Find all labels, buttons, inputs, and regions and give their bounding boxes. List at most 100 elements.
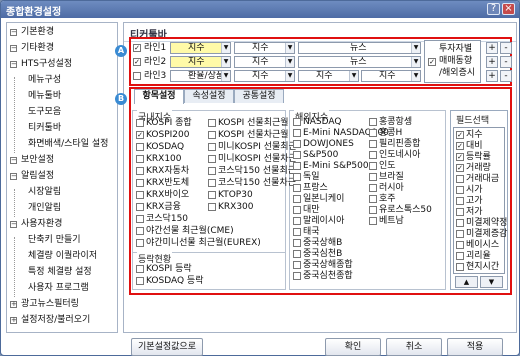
item-checkbox[interactable]: [136, 191, 144, 199]
tab-1[interactable]: 속성설정: [184, 89, 234, 103]
expand-icon[interactable]: +: [10, 301, 17, 308]
field-checkbox[interactable]: [456, 263, 464, 271]
field-checkbox[interactable]: [456, 175, 464, 183]
line-select-2[interactable]: 지수 ▼: [234, 70, 295, 82]
item-checkbox[interactable]: [136, 227, 144, 235]
item-checkbox[interactable]: [369, 151, 377, 159]
line-select-2[interactable]: 지수 ▼: [234, 56, 295, 68]
add-line-button[interactable]: +: [486, 42, 498, 54]
item-checkbox[interactable]: [136, 179, 144, 187]
line-select-1[interactable]: 지수 ▼: [170, 42, 231, 54]
item-checkbox[interactable]: [136, 203, 144, 211]
close-button[interactable]: ×: [502, 3, 515, 15]
field-checkbox[interactable]: ✓: [456, 142, 464, 150]
collapse-icon[interactable]: −: [10, 157, 17, 164]
default-settings-button[interactable]: 기본설정값으로: [131, 338, 203, 356]
item-checkbox[interactable]: [369, 140, 377, 148]
field-checkbox[interactable]: ✓: [456, 131, 464, 139]
field-checkbox[interactable]: [456, 197, 464, 205]
item-checkbox[interactable]: [136, 119, 144, 127]
collapse-icon[interactable]: −: [10, 221, 17, 228]
line-select-1[interactable]: 환율/상품 ▼: [170, 70, 231, 82]
field-checkbox[interactable]: [456, 208, 464, 216]
item-checkbox[interactable]: [208, 167, 216, 175]
line-select-4[interactable]: 지수 ▼: [361, 70, 421, 82]
item-checkbox[interactable]: [369, 195, 377, 203]
remove-line-button[interactable]: -: [500, 70, 512, 82]
cancel-button[interactable]: 취소: [386, 338, 442, 356]
field-checkbox[interactable]: ✓: [456, 153, 464, 161]
item-checkbox[interactable]: [293, 206, 301, 214]
line-checkbox[interactable]: ✓: [133, 44, 141, 52]
field-down-button[interactable]: ▼: [480, 276, 503, 288]
field-up-button[interactable]: ▲: [455, 276, 478, 288]
item-checkbox[interactable]: [208, 155, 216, 163]
item-checkbox[interactable]: [136, 277, 144, 285]
item-checkbox[interactable]: [293, 140, 301, 148]
item-checkbox[interactable]: [208, 203, 216, 211]
field-checkbox[interactable]: [456, 252, 464, 260]
field-checkbox[interactable]: [456, 230, 464, 238]
line-select-3[interactable]: 뉴스 ▼: [298, 42, 421, 54]
item-checkbox[interactable]: [293, 261, 301, 269]
item-checkbox[interactable]: [293, 250, 301, 258]
tab-2[interactable]: 공통설정: [234, 89, 284, 103]
item-checkbox[interactable]: [208, 143, 216, 151]
item-checkbox[interactable]: [208, 119, 216, 127]
item-checkbox[interactable]: [136, 167, 144, 175]
item-checkbox[interactable]: [136, 155, 144, 163]
collapse-icon[interactable]: −: [10, 173, 17, 180]
item-checkbox[interactable]: [208, 179, 216, 187]
investor-fix-checkbox[interactable]: ✓: [428, 58, 436, 66]
item-checkbox[interactable]: [293, 272, 301, 280]
item-checkbox[interactable]: ✓: [136, 131, 144, 139]
item-checkbox[interactable]: [208, 191, 216, 199]
field-list[interactable]: ✓ 지수 ✓ 대비 ✓ 등락률 ✓ 거래량 거래대금 시가 고가 저가 미결제약정 미결제증감 베이시스 괴리…: [453, 127, 507, 274]
apply-button[interactable]: 적용: [447, 338, 503, 356]
field-checkbox[interactable]: [456, 186, 464, 194]
item-checkbox[interactable]: [369, 118, 377, 126]
item-checkbox[interactable]: [293, 162, 301, 170]
line-checkbox[interactable]: ✓: [133, 58, 141, 66]
item-checkbox[interactable]: [293, 151, 301, 159]
item-checkbox[interactable]: [293, 228, 301, 236]
field-checkbox[interactable]: [456, 219, 464, 227]
item-checkbox[interactable]: [369, 184, 377, 192]
remove-line-button[interactable]: -: [500, 42, 512, 54]
item-checkbox[interactable]: [293, 195, 301, 203]
item-checkbox[interactable]: [293, 184, 301, 192]
field-checkbox[interactable]: [456, 241, 464, 249]
item-checkbox[interactable]: [369, 173, 377, 181]
item-checkbox[interactable]: [136, 265, 144, 273]
line-select-1[interactable]: 지수 ▼: [170, 56, 231, 68]
field-checkbox[interactable]: ✓: [456, 164, 464, 172]
tab-0[interactable]: 항목설정: [134, 89, 184, 104]
line-select-2[interactable]: 지수 ▼: [234, 42, 295, 54]
item-checkbox[interactable]: [369, 206, 377, 214]
item-checkbox[interactable]: [293, 129, 301, 137]
collapse-icon[interactable]: −: [10, 61, 17, 68]
item-checkbox[interactable]: [293, 173, 301, 181]
item-checkbox[interactable]: [369, 129, 377, 137]
collapse-icon[interactable]: −: [10, 45, 17, 52]
title-bar[interactable]: 종합환경설정 ? ×: [1, 1, 519, 18]
ok-button[interactable]: 확인: [325, 338, 381, 356]
item-checkbox[interactable]: [293, 239, 301, 247]
add-line-button[interactable]: +: [486, 70, 498, 82]
item-checkbox[interactable]: [136, 239, 144, 247]
expand-icon[interactable]: +: [10, 317, 17, 324]
item-checkbox[interactable]: [293, 118, 301, 126]
line-select-3[interactable]: 뉴스 ▼: [298, 56, 421, 68]
remove-line-button[interactable]: -: [500, 56, 512, 68]
item-checkbox[interactable]: [136, 143, 144, 151]
add-line-button[interactable]: +: [486, 56, 498, 68]
item-checkbox[interactable]: [136, 215, 144, 223]
item-checkbox[interactable]: [369, 162, 377, 170]
item-checkbox[interactable]: [208, 131, 216, 139]
collapse-icon[interactable]: −: [10, 29, 17, 36]
line-checkbox[interactable]: [133, 72, 141, 80]
line-select-3[interactable]: 지수 ▼: [298, 70, 359, 82]
item-checkbox[interactable]: [369, 217, 377, 225]
item-checkbox[interactable]: [293, 217, 301, 225]
help-button[interactable]: ?: [487, 3, 500, 15]
